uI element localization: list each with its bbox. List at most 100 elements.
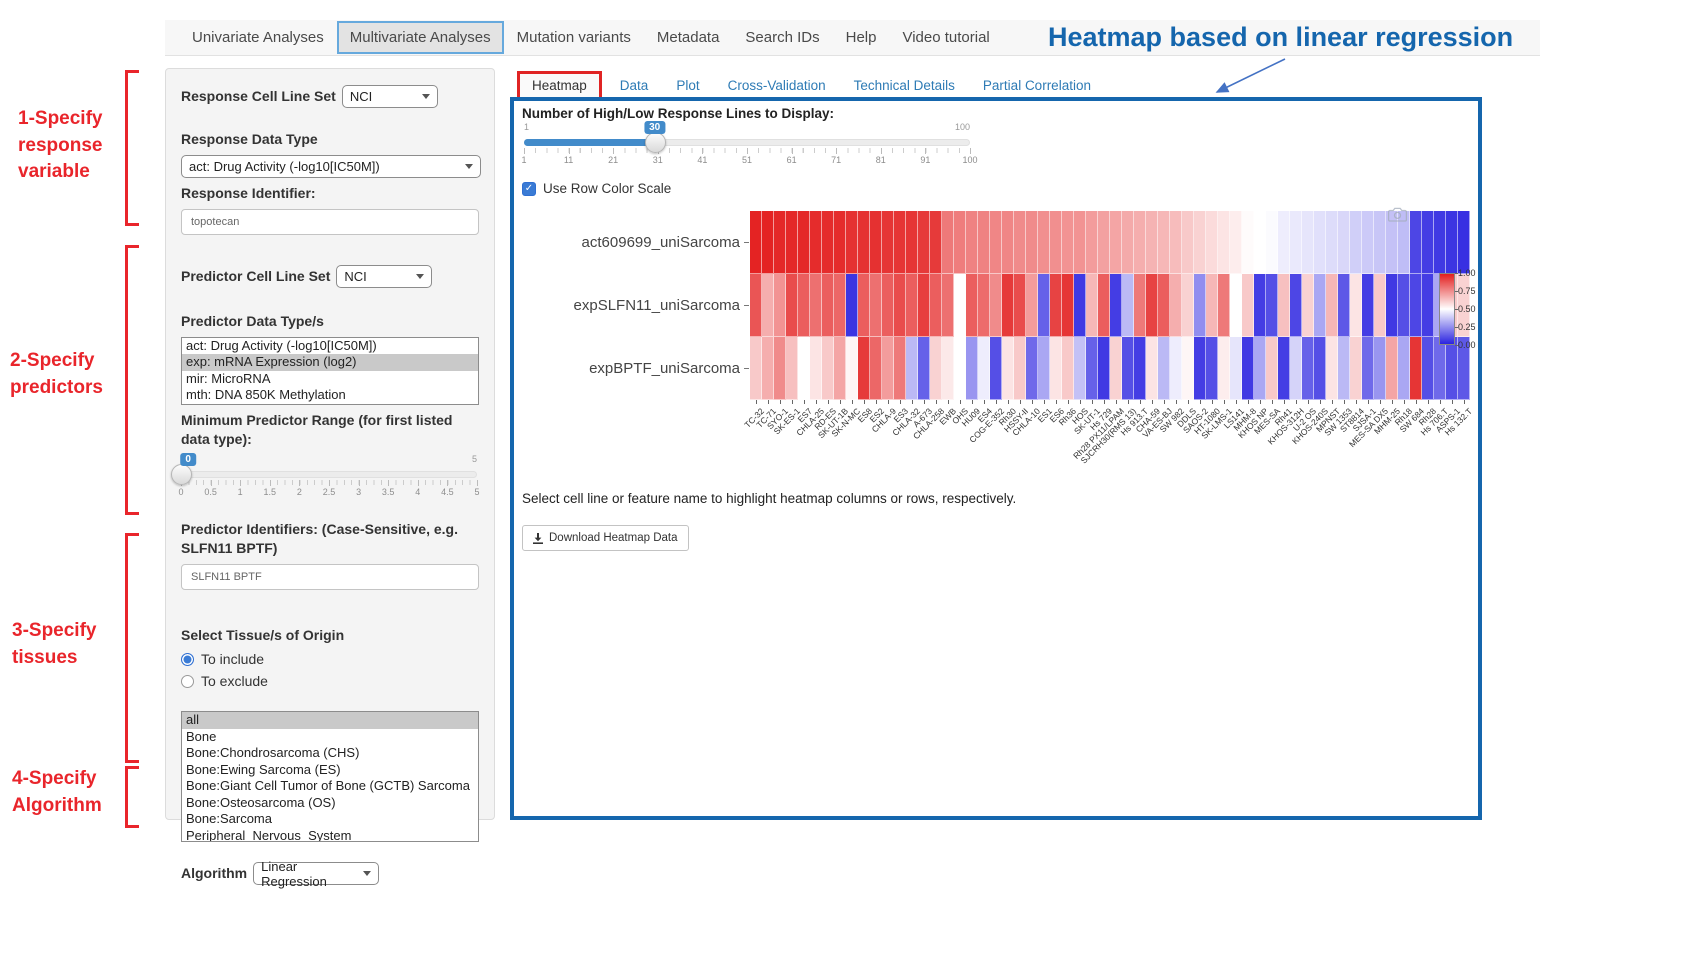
heatmap-cell[interactable] [1038, 337, 1050, 400]
heatmap-cell[interactable] [846, 274, 858, 337]
heatmap-cell[interactable] [798, 274, 810, 337]
tab-plot[interactable]: Plot [662, 73, 713, 98]
heatmap-cell[interactable] [1062, 274, 1074, 337]
heatmap-cell[interactable] [1134, 337, 1146, 400]
nav-item-multivariate-analyses[interactable]: Multivariate Analyses [337, 21, 504, 54]
tissue-radio-to-include[interactable]: To include [181, 651, 479, 667]
heatmap-cell[interactable] [942, 274, 954, 337]
nav-item-metadata[interactable]: Metadata [644, 21, 733, 54]
heatmap-cell[interactable] [1086, 337, 1098, 400]
heatmap-cell[interactable] [1170, 211, 1182, 274]
heatmap-cell[interactable] [1314, 337, 1326, 400]
heatmap-cell[interactable] [954, 211, 966, 274]
heatmap-cell[interactable] [1182, 337, 1194, 400]
heatmap-cell[interactable] [1326, 274, 1338, 337]
tab-heatmap[interactable]: Heatmap [517, 71, 602, 100]
heatmap-cell[interactable] [1362, 337, 1374, 400]
heatmap-cell[interactable] [930, 211, 942, 274]
heatmap-cell[interactable] [1050, 211, 1062, 274]
heatmap-cell[interactable] [1014, 274, 1026, 337]
heatmap-cell[interactable] [1230, 337, 1242, 400]
tissue-option[interactable]: Bone:Chondrosarcoma (CHS) [182, 745, 478, 762]
heatmap-cell[interactable] [774, 211, 786, 274]
heatmap-cell[interactable] [1350, 274, 1362, 337]
heatmap-cell[interactable] [1326, 211, 1338, 274]
nav-item-search-ids[interactable]: Search IDs [732, 21, 832, 54]
heatmap-cell[interactable] [1206, 211, 1218, 274]
heatmap-cell[interactable] [870, 211, 882, 274]
tissue-option[interactable]: Bone:Ewing Sarcoma (ES) [182, 762, 478, 779]
heatmap-cell[interactable] [894, 337, 906, 400]
heatmap-cell[interactable] [822, 337, 834, 400]
heatmap-cell[interactable] [990, 337, 1002, 400]
tissue-option[interactable]: Bone:Osteosarcoma (OS) [182, 795, 478, 812]
heatmap-cell[interactable] [1242, 337, 1254, 400]
heatmap-cell[interactable] [1350, 337, 1362, 400]
heatmap-cell[interactable] [1170, 274, 1182, 337]
heatmap-cell[interactable] [846, 211, 858, 274]
heatmap-cell[interactable] [1014, 337, 1026, 400]
heatmap-cell[interactable] [1398, 274, 1410, 337]
heatmap-cell[interactable] [1278, 337, 1290, 400]
heatmap-cell[interactable] [954, 337, 966, 400]
heatmap-cell[interactable] [1110, 337, 1122, 400]
heatmap-cell[interactable] [762, 211, 774, 274]
heatmap-cell[interactable] [1314, 211, 1326, 274]
tissue-option[interactable]: Bone:Giant Cell Tumor of Bone (GCTB) Sar… [182, 778, 478, 795]
predictor-identifiers-input[interactable] [181, 564, 479, 590]
heatmap-cell[interactable] [1434, 211, 1446, 274]
heatmap-cell[interactable] [762, 274, 774, 337]
heatmap-cell[interactable] [750, 274, 762, 337]
heatmap-cell[interactable] [1182, 211, 1194, 274]
heatmap-cell[interactable] [786, 337, 798, 400]
heatmap-cell[interactable] [906, 274, 918, 337]
heatmap-cell[interactable] [1410, 274, 1422, 337]
heatmap-cell[interactable] [942, 337, 954, 400]
tissue-option[interactable]: Bone:Sarcoma [182, 811, 478, 828]
heatmap-cell[interactable] [1362, 211, 1374, 274]
heatmap-cell[interactable] [1458, 211, 1470, 274]
heatmap-cell[interactable] [942, 211, 954, 274]
heatmap-cell[interactable] [1278, 211, 1290, 274]
heatmap-cell[interactable] [1014, 211, 1026, 274]
heatmap-cell[interactable] [1158, 337, 1170, 400]
heatmap-cell[interactable] [1026, 337, 1038, 400]
heatmap-cell[interactable] [882, 274, 894, 337]
heatmap-cell[interactable] [1146, 211, 1158, 274]
heatmap-cell[interactable] [1398, 337, 1410, 400]
heatmap-cell[interactable] [1134, 274, 1146, 337]
tissue-option[interactable]: all [182, 712, 478, 729]
tissue-option[interactable]: Bone [182, 729, 478, 746]
tissue-radio-to-exclude[interactable]: To exclude [181, 673, 479, 689]
heatmap-cell[interactable] [1230, 211, 1242, 274]
heatmap-cell[interactable] [1254, 274, 1266, 337]
heatmap-cell[interactable] [1050, 337, 1062, 400]
heatmap-cell[interactable] [1218, 337, 1230, 400]
heatmap-cell[interactable] [1410, 211, 1422, 274]
heatmap-cell[interactable] [1158, 274, 1170, 337]
heatmap-cell[interactable] [930, 337, 942, 400]
heatmap-cell[interactable] [1110, 274, 1122, 337]
heatmap-cell[interactable] [1326, 337, 1338, 400]
heatmap-cell[interactable] [1266, 337, 1278, 400]
heatmap-cell[interactable] [810, 211, 822, 274]
heatmap-cell[interactable] [1194, 211, 1206, 274]
heatmap-row-label[interactable]: act609699_uniSarcoma [522, 211, 744, 274]
heatmap-cell[interactable] [822, 274, 834, 337]
heatmap-cell[interactable] [1302, 337, 1314, 400]
heatmap-row-label[interactable]: expBPTF_uniSarcoma [522, 337, 744, 400]
response-data-type-select[interactable]: act: Drug Activity (-log10[IC50M]) [181, 155, 481, 178]
heatmap-cell[interactable] [1242, 274, 1254, 337]
heatmap-cell[interactable] [954, 274, 966, 337]
heatmap-cell[interactable] [966, 274, 978, 337]
heatmap-cell[interactable] [1038, 211, 1050, 274]
lines-slider-handle[interactable] [645, 132, 666, 153]
range-slider-track[interactable] [181, 471, 477, 478]
heatmap-cell[interactable] [1194, 274, 1206, 337]
heatmap-cell[interactable] [810, 274, 822, 337]
heatmap-cell[interactable] [1206, 337, 1218, 400]
heatmap-cell[interactable] [1266, 274, 1278, 337]
heatmap-cell[interactable] [1374, 211, 1386, 274]
heatmap-cell[interactable] [1050, 274, 1062, 337]
heatmap-cell[interactable] [1338, 274, 1350, 337]
